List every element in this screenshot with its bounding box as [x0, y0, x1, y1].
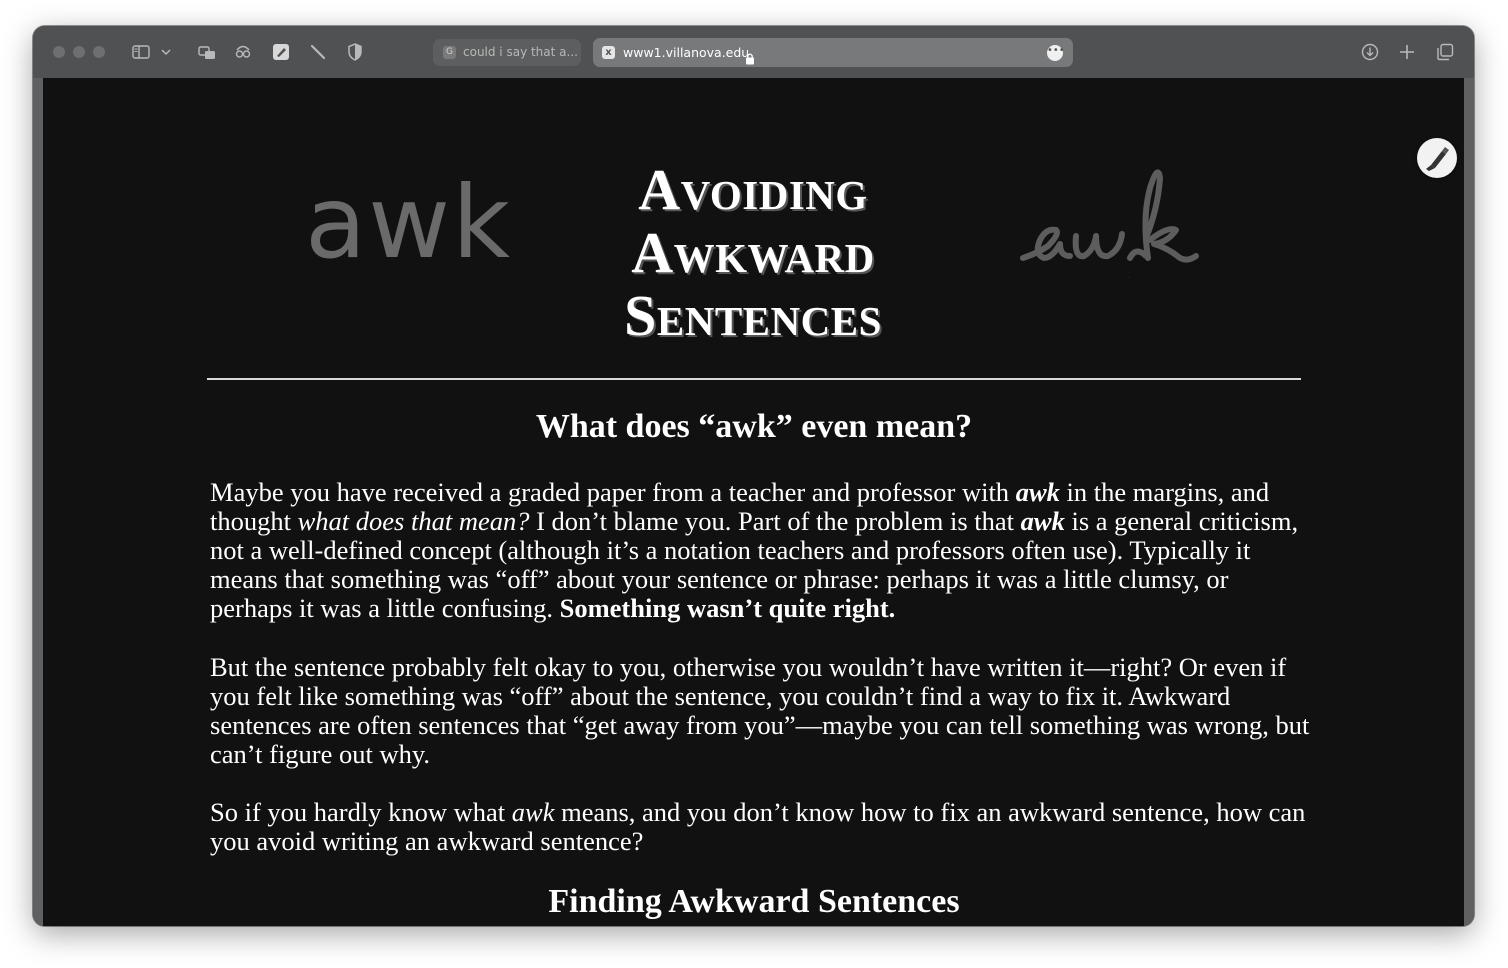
highlighter-icon[interactable] — [271, 42, 291, 62]
page-title: Avoiding Awkward Sentences — [513, 158, 993, 347]
privacy-report-icon[interactable] — [233, 42, 253, 62]
section-heading-finding-awkward: Finding Awkward Sentences — [548, 883, 960, 920]
paragraph-2: But the sentence probably felt okay to y… — [210, 652, 1310, 769]
title-line-3: Sentences — [624, 283, 882, 348]
tab-label: could i say that a... — [463, 45, 578, 59]
web-page-content: awk awk Avoiding Awkward Sentences What … — [43, 78, 1464, 926]
paragraph-3: So if you hardly know what awk means, an… — [210, 798, 1310, 856]
divider-rule — [207, 378, 1301, 380]
plus-icon[interactable] — [1397, 42, 1417, 62]
site-favicon-icon: x — [602, 46, 615, 59]
tab-overview-icon[interactable] — [197, 42, 217, 62]
lock-icon — [745, 46, 755, 65]
download-icon[interactable] — [1360, 42, 1380, 62]
tabs-icon[interactable] — [1435, 42, 1455, 62]
address-bar-url[interactable]: www1.villanova.edu — [623, 38, 749, 67]
pen-icon[interactable] — [308, 42, 328, 62]
highlighter-floating-button[interactable] — [1417, 138, 1457, 178]
zoom-window-button[interactable] — [93, 46, 105, 58]
tab-google-search[interactable]: G could i say that a... — [433, 39, 581, 66]
title-line-2: Awkward — [631, 220, 875, 285]
minimize-window-button[interactable] — [73, 46, 85, 58]
browser-toolbar: G could i say that a... x www1.villanova… — [33, 26, 1474, 79]
p3-text-1: So if you hardly know what — [210, 797, 512, 827]
window-edge-left — [33, 78, 43, 926]
title-line-1: Avoiding — [638, 157, 868, 222]
p1-text-1: Maybe you have received a graded paper f… — [210, 477, 1016, 507]
paragraph-1: Maybe you have received a graded paper f… — [210, 478, 1310, 623]
window-edge-right — [1464, 78, 1474, 926]
p3-italic-awk: awk — [511, 797, 555, 827]
close-window-button[interactable] — [53, 46, 65, 58]
p1-awk-2: awk — [1020, 506, 1065, 536]
google-favicon-icon: G — [443, 46, 456, 59]
p1-awk-1: awk — [1015, 477, 1060, 507]
shield-icon[interactable] — [345, 42, 365, 62]
browser-window: G could i say that a... x www1.villanova… — [33, 26, 1474, 926]
section-heading-what-awk-means: What does “awk” even mean? — [535, 408, 973, 445]
sidebar-icon[interactable] — [131, 42, 151, 62]
awk-logo-right-handwritten: awk — [1018, 158, 1258, 288]
chevron-down-icon[interactable] — [159, 42, 173, 62]
awk-logo-right-text: awk — [1128, 277, 1130, 279]
highlighter-pen-icon — [1426, 147, 1449, 171]
awk-logo-left: awk — [305, 164, 512, 281]
p1-text-3: I don’t blame you. Part of the problem i… — [529, 506, 1021, 536]
tab-villanova[interactable]: x www1.villanova.edu ••• — [593, 38, 1073, 67]
p1-italic-question: what does that mean? — [297, 506, 530, 536]
more-icon[interactable]: ••• — [1047, 45, 1065, 61]
p1-bold-sentence: Something wasn’t quite right. — [559, 593, 896, 623]
